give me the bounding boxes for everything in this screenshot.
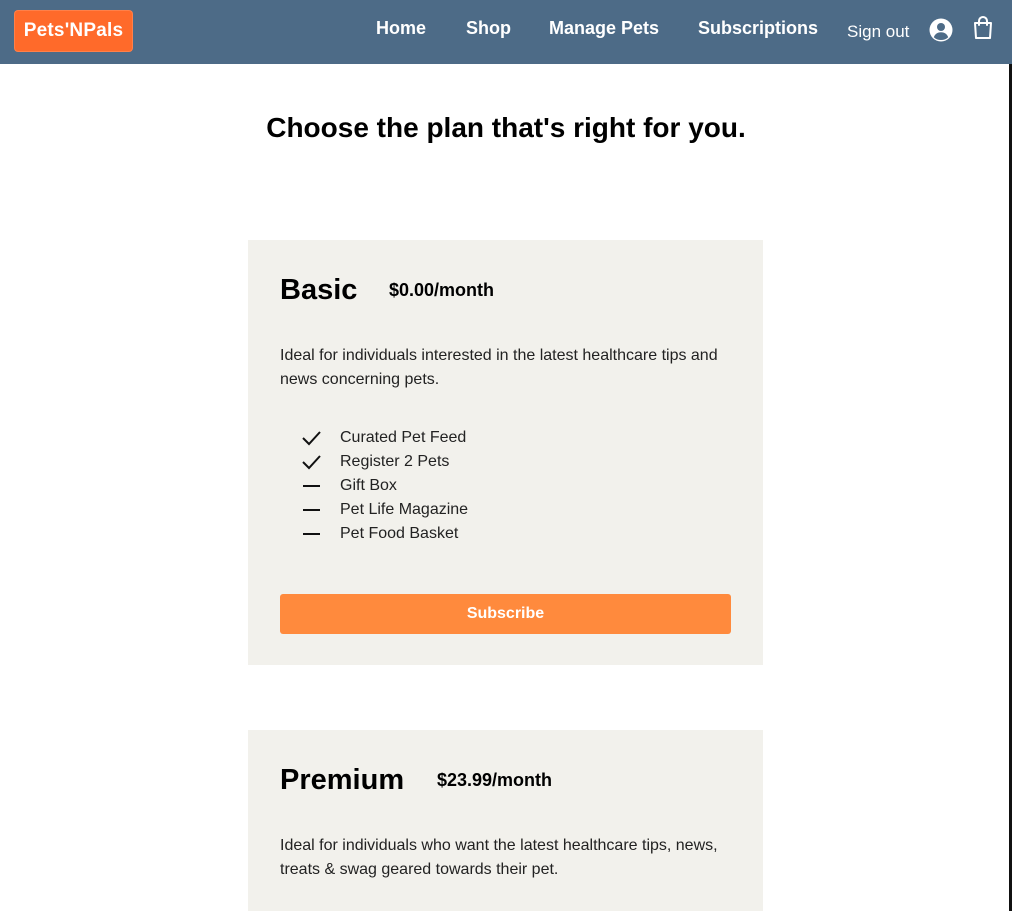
nav-link-manage-pets[interactable]: Manage Pets: [549, 18, 659, 39]
dash-icon: [298, 476, 326, 496]
shopping-bag-icon[interactable]: [973, 15, 993, 40]
feature-label: Pet Life Magazine: [340, 501, 469, 518]
plan-price: $23.99/month: [437, 770, 553, 790]
plan-name: Basic: [280, 274, 358, 306]
feature-label: Register 2 Pets: [340, 453, 450, 470]
plan-name: Premium: [280, 764, 405, 796]
page-title: Choose the plan that's right for you.: [266, 112, 746, 143]
subscribe-button[interactable]: Subscribe: [280, 594, 731, 634]
plan-card-premium: Premium $23.99/month Ideal for individua…: [248, 730, 763, 911]
user-circle-icon[interactable]: [929, 18, 953, 42]
sign-out-link[interactable]: Sign out: [847, 22, 909, 42]
nav-link-home[interactable]: Home: [376, 18, 426, 39]
feature-item: Curated Pet Feed: [298, 428, 466, 448]
brand-logo[interactable]: Pets'NPals: [14, 10, 133, 52]
plan-description: Ideal for individuals who want the lates…: [280, 837, 718, 878]
check-icon: [298, 428, 326, 448]
feature-item: Register 2 Pets: [298, 452, 449, 472]
feature-item: Pet Food Basket: [298, 524, 458, 544]
nav-link-shop[interactable]: Shop: [466, 18, 511, 39]
feature-label: Curated Pet Feed: [340, 429, 467, 446]
plan-card-basic: Basic $0.00/month Ideal for individuals …: [248, 240, 763, 665]
top-navbar: Pets'NPals Home Shop Manage Pets Subscri…: [0, 0, 1012, 64]
plan-description: Ideal for individuals interested in the …: [280, 347, 718, 388]
check-icon: [298, 452, 326, 472]
feature-label: Gift Box: [340, 477, 397, 494]
plan-price: $0.00/month: [389, 280, 495, 300]
feature-item: Pet Life Magazine: [298, 500, 468, 520]
feature-item: Gift Box: [298, 476, 397, 496]
dash-icon: [298, 524, 326, 544]
nav-link-subscriptions[interactable]: Subscriptions: [698, 18, 818, 39]
dash-icon: [298, 500, 326, 520]
feature-label: Pet Food Basket: [340, 525, 459, 542]
